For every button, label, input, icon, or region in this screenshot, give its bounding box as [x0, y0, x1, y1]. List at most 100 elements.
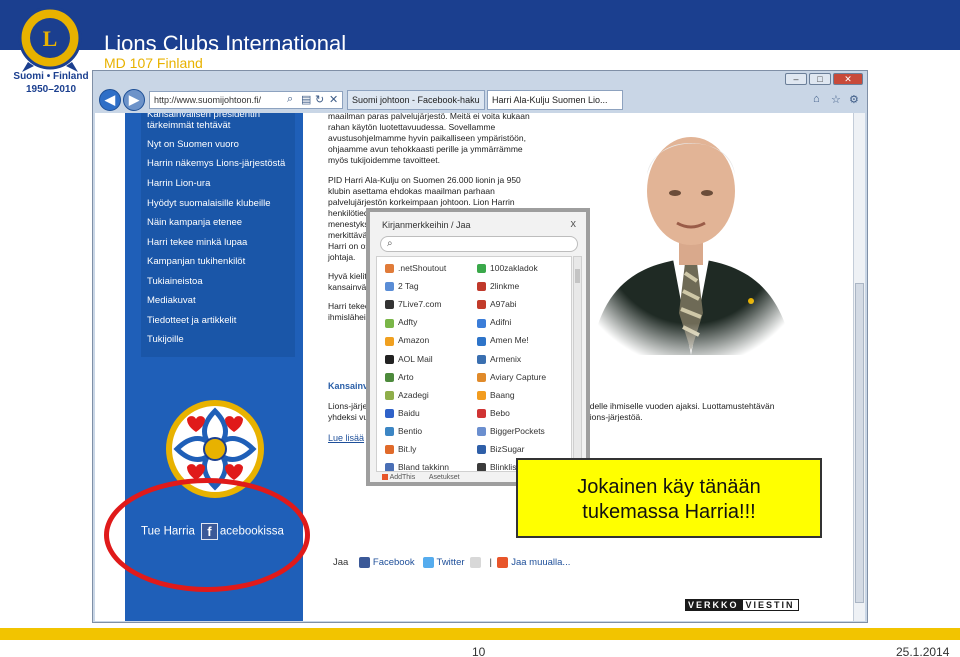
facebook-icon: [358, 557, 370, 568]
sidebar-item-kampanja-etenee[interactable]: Näin kampanja etenee: [147, 217, 242, 228]
sidebar-item-harrin-nakemys[interactable]: Harrin näkemys Lions-järjestöstä: [147, 158, 285, 169]
share-service-100zakladok[interactable]: 100zakladok: [477, 263, 538, 274]
share-service-blinklist[interactable]: Blinklist: [477, 462, 519, 471]
slide: L Suomi • Finland 1950–2010 Lions Clubs …: [0, 0, 960, 657]
service-label: Arto: [398, 371, 414, 382]
stop-icon[interactable]: ✕: [329, 93, 338, 106]
sidebar-item-tukijoille[interactable]: Tukijoille: [147, 334, 184, 345]
sidebar-item-presidentin-tehtavat[interactable]: Kansainvälisen presidentin tärkeimmät te…: [147, 113, 297, 131]
tab-harri-ala-kulju[interactable]: Harri Ala-Kulju Suomen Lio...: [487, 90, 623, 110]
forward-arrow-icon[interactable]: ▶: [123, 89, 145, 111]
slide-date: 25.1.2014: [896, 645, 950, 657]
refresh-icon[interactable]: ↻: [315, 93, 324, 106]
scrollbar-thumb[interactable]: [855, 283, 864, 603]
service-icon: [385, 463, 394, 471]
compatibility-icon[interactable]: ▤: [301, 93, 311, 106]
share-service-adfty[interactable]: Adfty: [385, 317, 417, 328]
tab-facebook-search[interactable]: Suomi johtoon - Facebook-haku: [347, 90, 485, 110]
popup-scrollbar[interactable]: [573, 256, 582, 472]
service-label: A97abi: [490, 299, 517, 310]
sidebar-item-tukiaineistoa[interactable]: Tukiaineistoa: [147, 276, 203, 287]
share-service-a97abi[interactable]: A97abi: [477, 299, 517, 310]
sponsor-logo: VERKKO VIESTIN: [685, 599, 799, 614]
share-service-bit-ly[interactable]: Bit.ly: [385, 444, 416, 455]
settings-link[interactable]: Asetukset: [429, 474, 460, 481]
sidebar-item-nyt-on-suomen-vuoro[interactable]: Nyt on Suomen vuoro: [147, 139, 239, 150]
sidebar-item-label: Kansainvälisen presidentin tärkeimmät te…: [147, 113, 261, 131]
minimize-button[interactable]: –: [785, 73, 807, 85]
service-icon: [477, 390, 486, 400]
sponsor-part-2: VIESTIN: [741, 599, 799, 611]
service-label: Aviary Capture: [490, 371, 547, 382]
sponsor-part-1: VERKKO: [685, 599, 742, 611]
service-icon: [385, 390, 394, 400]
share-service-baang[interactable]: Baang: [477, 390, 515, 400]
email-icon[interactable]: [470, 557, 482, 568]
gear-icon[interactable]: ⚙: [849, 93, 859, 106]
share-service-7live7-com[interactable]: 7Live7.com: [385, 299, 441, 310]
close-button[interactable]: ✕: [833, 73, 863, 85]
share-facebook-button[interactable]: Facebook: [373, 557, 415, 568]
body-text: rahan käytön luotettavuudessa. Sovellamm…: [328, 122, 496, 132]
address-bar[interactable]: http://www.suomijohtoon.fi/: [149, 91, 343, 109]
service-label: AOL Mail: [398, 353, 433, 364]
sidebar-item-tiedotteet[interactable]: Tiedotteet ja artikkelit: [147, 315, 236, 326]
sidebar-item-harri-tekee[interactable]: Harri tekee minkä lupaa: [147, 237, 247, 248]
share-service-aol-mail[interactable]: AOL Mail: [385, 354, 433, 364]
share-service-2-tag[interactable]: 2 Tag: [385, 281, 419, 292]
section-text: Lions-järjestöä.: [585, 412, 643, 422]
share-service-biggerpockets[interactable]: BiggerPockets: [477, 426, 545, 437]
sidebar-item-mediakuvat[interactable]: Mediakuvat: [147, 295, 196, 306]
candidate-portrait: [581, 113, 801, 355]
service-icon: [477, 463, 486, 471]
addthis-icon: [382, 474, 388, 481]
share-service-amen-me[interactable]: Amen Me!: [477, 335, 529, 346]
sidebar-item-hyodyt[interactable]: Hyödyt suomalaisille klubeille: [147, 198, 271, 209]
popup-footer: AddThis Asetukset: [382, 474, 460, 481]
service-label: 2 Tag: [398, 281, 419, 292]
share-service-bizsugar[interactable]: BizSugar: [477, 444, 525, 455]
favorites-star-icon[interactable]: ☆: [831, 93, 841, 106]
service-label: Amen Me!: [490, 335, 529, 346]
popup-scrollbar-thumb[interactable]: [575, 269, 580, 283]
share-service-aviary-capture[interactable]: Aviary Capture: [477, 372, 546, 382]
sidebar-item-tukihenkilot[interactable]: Kampanjan tukihenkilöt: [147, 256, 245, 267]
share-twitter-button[interactable]: Twitter: [437, 557, 465, 568]
search-icon[interactable]: ⌕: [287, 93, 293, 106]
back-arrow-icon[interactable]: ◀: [99, 89, 121, 111]
navigation-bar: ◀ ▶ http://www.suomijohtoon.fi/ ⌕ ▤ ↻ ✕ …: [95, 87, 865, 113]
service-icon: [477, 336, 486, 346]
addthis-label[interactable]: AddThis: [390, 474, 416, 481]
service-label: Azadegi: [398, 389, 429, 400]
share-service-2linkme[interactable]: 2linkme: [477, 281, 520, 292]
sidebar-item-harrin-lion-ura[interactable]: Harrin Lion-ura: [147, 178, 210, 189]
service-icon: [477, 445, 486, 455]
body-text: palvelujärjestön korkeimpaan johtoon. Li…: [328, 197, 515, 207]
logo-caption-line-1: Suomi • Finland: [13, 71, 89, 82]
home-icon[interactable]: ⌂: [813, 93, 820, 105]
popup-close-button[interactable]: x: [571, 218, 577, 230]
share-service-netshoutout[interactable]: .netShoutout: [385, 263, 446, 274]
maximize-button[interactable]: □: [809, 73, 831, 85]
share-service-amazon[interactable]: Amazon: [385, 335, 429, 346]
share-service-baidu[interactable]: Baidu: [385, 408, 420, 419]
share-service-arto[interactable]: Arto: [385, 372, 414, 382]
service-label: 2linkme: [490, 281, 520, 292]
service-list: .netShoutout 2 Tag 7Live7.com Adfty Amazon AO…: [376, 256, 572, 472]
share-more-button[interactable]: Jaa muualla...: [511, 557, 570, 568]
service-icon: [385, 264, 394, 274]
vertical-scrollbar[interactable]: [853, 113, 865, 621]
read-more-link[interactable]: Lue lisää: [328, 433, 364, 443]
callout-line-1: Jokainen käy tänään: [577, 476, 761, 498]
share-label: Jaa: [333, 557, 349, 569]
share-service-bland-takkinn[interactable]: Bland takkinn: [385, 462, 449, 471]
service-icon: [477, 264, 486, 274]
share-service-azadegi[interactable]: Azadegi: [385, 390, 429, 400]
window-controls: – □ ✕: [785, 73, 863, 85]
popup-search-input[interactable]: ⌕: [380, 236, 578, 252]
share-service-bebo[interactable]: Bebo: [477, 408, 510, 419]
share-service-armenix[interactable]: Armenix: [477, 354, 521, 364]
body-text: Harri on os: [328, 241, 370, 251]
share-service-bentio[interactable]: Bentio: [385, 426, 422, 437]
share-service-adifni[interactable]: Adifni: [477, 317, 511, 328]
